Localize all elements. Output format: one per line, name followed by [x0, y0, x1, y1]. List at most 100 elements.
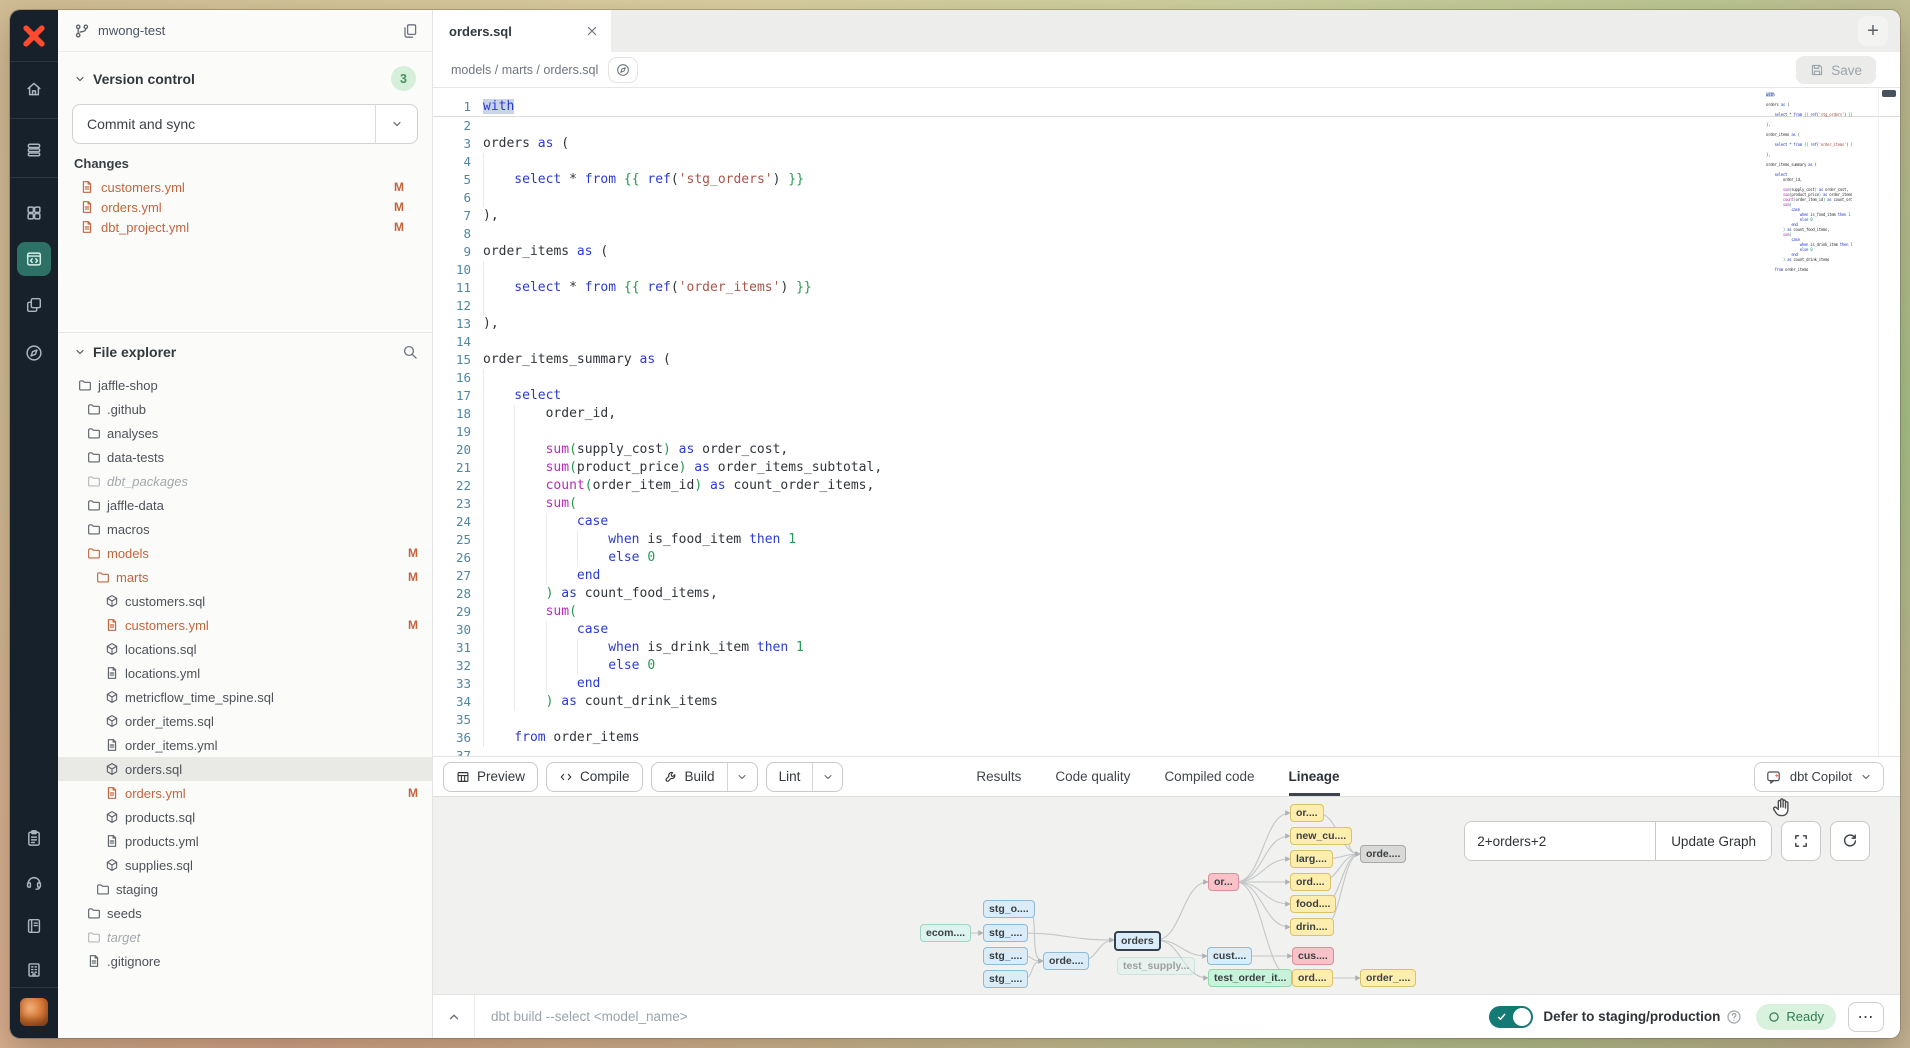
- tree-item-marts[interactable]: marts M: [58, 565, 432, 589]
- changed-file-row[interactable]: customers.yml M: [72, 177, 418, 197]
- changed-file-row[interactable]: orders.yml M: [72, 197, 418, 217]
- lineage-node-orde1[interactable]: orde....: [1043, 952, 1089, 970]
- dbt-copilot-button[interactable]: dbt Copilot: [1754, 762, 1884, 792]
- tree-item-dbt-packages[interactable]: dbt_packages: [58, 469, 432, 493]
- lineage-node-cus_p[interactable]: cus....: [1292, 947, 1334, 965]
- code-line[interactable]: 8: [433, 225, 1900, 243]
- lineage-node-ecom[interactable]: ecom....: [920, 924, 971, 942]
- lineage-node-stg_a[interactable]: stg_....: [983, 924, 1028, 942]
- code-line[interactable]: 6: [433, 189, 1900, 207]
- tab-orders-sql[interactable]: orders.sql: [433, 10, 611, 52]
- lint-dropdown[interactable]: [812, 763, 842, 791]
- code-line[interactable]: 33end: [433, 675, 1900, 693]
- scrollbar[interactable]: [1878, 88, 1900, 756]
- tree-item-jaffle-shop[interactable]: jaffle-shop: [58, 373, 432, 397]
- code-line[interactable]: 32else 0: [433, 657, 1900, 675]
- code-line[interactable]: 28) as count_food_items,: [433, 585, 1900, 603]
- tree-item-metricflow-time-spine-sql[interactable]: metricflow_time_spine.sql: [58, 685, 432, 709]
- lineage-node-test_oi[interactable]: test_order_it...: [1208, 969, 1292, 987]
- code-line[interactable]: 9order_items as (: [433, 243, 1900, 261]
- help-icon[interactable]: [1726, 1009, 1742, 1025]
- code-line[interactable]: 16: [433, 369, 1900, 387]
- code-line[interactable]: 5select * from {{ ref('stg_orders') }}: [433, 171, 1900, 189]
- lineage-node-y_ord[interactable]: ord....: [1290, 873, 1331, 891]
- lineage-selector-input[interactable]: [1465, 822, 1655, 860]
- tree-item-order-items-sql[interactable]: order_items.sql: [58, 709, 432, 733]
- file-explorer-header[interactable]: File explorer: [58, 333, 432, 371]
- fullscreen-button[interactable]: [1781, 821, 1821, 861]
- tab-results[interactable]: Results: [976, 757, 1021, 796]
- lineage-node-y_or[interactable]: or....: [1290, 804, 1324, 822]
- rail-item-ide[interactable]: [17, 242, 51, 276]
- code-line[interactable]: 30case: [433, 621, 1900, 639]
- expand-command-bar-button[interactable]: [433, 995, 475, 1038]
- lineage-compass-button[interactable]: [608, 57, 638, 83]
- tree-item-target[interactable]: target: [58, 925, 432, 949]
- code-line[interactable]: 17select: [433, 387, 1900, 405]
- code-line[interactable]: 23sum(: [433, 495, 1900, 513]
- rail-item-home[interactable]: [17, 72, 51, 106]
- tree-item-supplies-sql[interactable]: supplies.sql: [58, 853, 432, 877]
- status-badge[interactable]: Ready: [1756, 1004, 1836, 1030]
- tree-item-macros[interactable]: macros: [58, 517, 432, 541]
- tree-item-products-yml[interactable]: products.yml: [58, 829, 432, 853]
- lineage-node-y_larg[interactable]: larg....: [1290, 850, 1333, 868]
- rail-item-docs[interactable]: [17, 909, 51, 943]
- code-line[interactable]: 35: [433, 711, 1900, 729]
- close-icon[interactable]: [585, 24, 599, 38]
- refresh-button[interactable]: [1830, 821, 1870, 861]
- commit-and-sync-button[interactable]: Commit and sync: [72, 104, 418, 144]
- copy-docs-icon[interactable]: [402, 23, 418, 39]
- code-line[interactable]: 21sum(product_price) as order_items_subt…: [433, 459, 1900, 477]
- code-line[interactable]: 20sum(supply_cost) as order_cost,: [433, 441, 1900, 459]
- rail-item-orchestration[interactable]: [17, 288, 51, 322]
- code-line[interactable]: 24case: [433, 513, 1900, 531]
- code-line[interactable]: 34) as count_drink_items: [433, 693, 1900, 711]
- tree-item--github[interactable]: .github: [58, 397, 432, 421]
- tree-item-locations-sql[interactable]: locations.sql: [58, 637, 432, 661]
- code-line[interactable]: 13),: [433, 315, 1900, 333]
- tree-item-orders-sql[interactable]: orders.sql: [58, 757, 432, 781]
- tree-item-data-tests[interactable]: data-tests: [58, 445, 432, 469]
- lineage-node-y_ord2[interactable]: ord....: [1292, 969, 1333, 987]
- command-input[interactable]: [475, 1009, 1489, 1024]
- code-line[interactable]: 22count(order_item_id) as count_order_it…: [433, 477, 1900, 495]
- code-line[interactable]: 19: [433, 423, 1900, 441]
- rail-item-organization[interactable]: [17, 953, 51, 987]
- tree-item-order-items-yml[interactable]: order_items.yml: [58, 733, 432, 757]
- rail-item-explore[interactable]: [17, 336, 51, 370]
- tree-item-customers-yml[interactable]: customers.yml M: [58, 613, 432, 637]
- tab-lineage[interactable]: Lineage: [1289, 757, 1340, 796]
- code-line[interactable]: 2: [433, 117, 1900, 135]
- build-button[interactable]: Build: [651, 762, 758, 792]
- user-avatar[interactable]: [20, 998, 48, 1026]
- lineage-node-orde_gray[interactable]: orde....: [1360, 845, 1406, 863]
- code-line[interactable]: 37: [433, 747, 1900, 756]
- tree-item-staging[interactable]: staging: [58, 877, 432, 901]
- rail-item-support[interactable]: [17, 865, 51, 899]
- commit-options-dropdown[interactable]: [375, 105, 417, 143]
- code-line[interactable]: 14: [433, 333, 1900, 351]
- lint-button[interactable]: Lint: [766, 762, 844, 792]
- code-line[interactable]: 11select * from {{ ref('order_items') }}: [433, 279, 1900, 297]
- update-graph-button[interactable]: Update Graph: [1655, 822, 1771, 860]
- lineage-node-y_food[interactable]: food....: [1290, 895, 1336, 913]
- tree-item-jaffle-data[interactable]: jaffle-data: [58, 493, 432, 517]
- branch-name[interactable]: mwong-test: [98, 23, 165, 38]
- dbt-logo-icon[interactable]: [19, 21, 49, 51]
- lineage-node-stg_c[interactable]: stg_....: [983, 970, 1028, 988]
- lineage-node-orders[interactable]: orders: [1114, 931, 1161, 951]
- preview-button[interactable]: Preview: [443, 762, 538, 792]
- tree-item-orders-yml[interactable]: orders.yml M: [58, 781, 432, 805]
- tree-item-seeds[interactable]: seeds: [58, 901, 432, 925]
- code-line[interactable]: 3orders as (: [433, 135, 1900, 153]
- rail-item-dashboard[interactable]: [17, 196, 51, 230]
- save-button[interactable]: Save: [1796, 56, 1876, 84]
- minimap[interactable]: with orders as ( select * from {{ ref('s…: [1766, 92, 1852, 277]
- compile-button[interactable]: Compile: [546, 762, 643, 792]
- code-line[interactable]: 18order_id,: [433, 405, 1900, 423]
- search-icon[interactable]: [402, 344, 418, 360]
- code-line[interactable]: 12: [433, 297, 1900, 315]
- lineage-node-y_order3[interactable]: order_....: [1360, 969, 1416, 987]
- lineage-node-stg_b[interactable]: stg_....: [983, 947, 1028, 965]
